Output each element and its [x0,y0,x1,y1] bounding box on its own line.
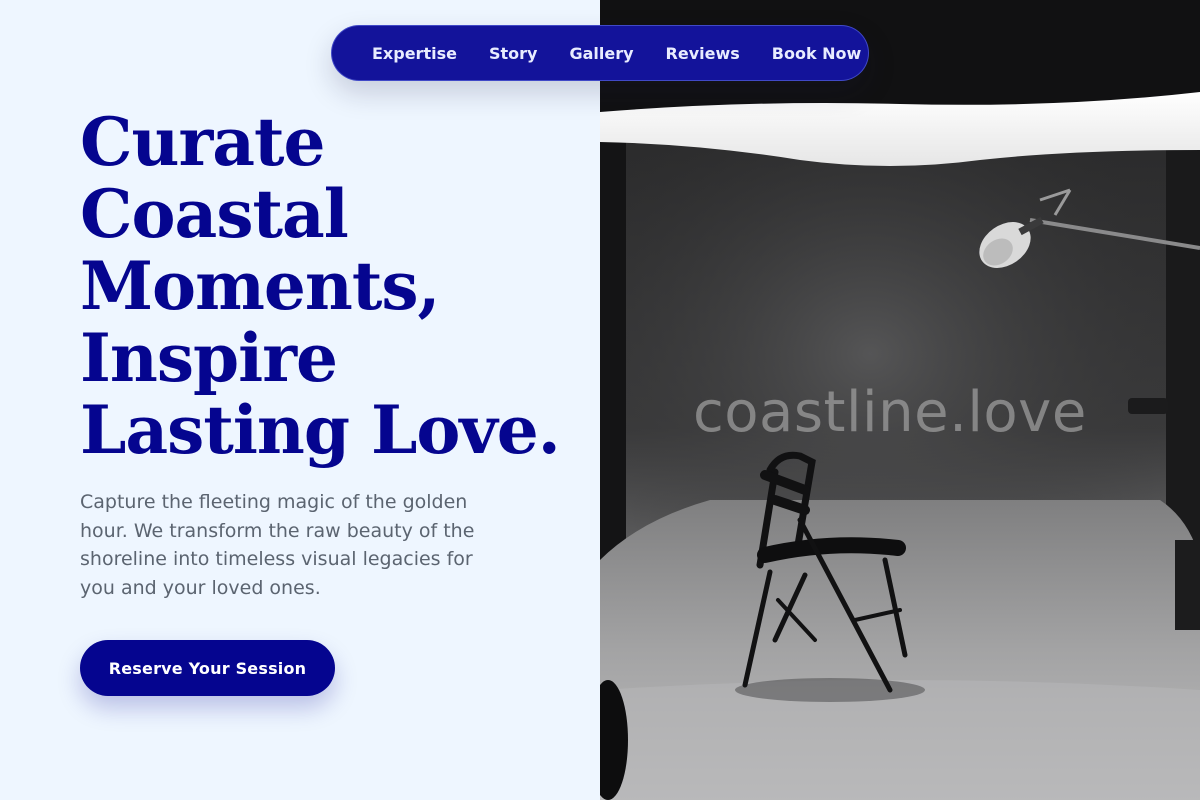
hero-title-line: Moments, [80,247,441,325]
nav-item-gallery[interactable]: Gallery [569,44,633,63]
top-navigation: Expertise Story Gallery Reviews Book Now [331,25,869,81]
hero-title-line: Curate [80,103,326,181]
reserve-session-button[interactable]: Reserve Your Session [80,640,335,696]
hero-text-panel: Curate Coastal Moments, Inspire Lasting … [0,0,600,800]
nav-item-book-now[interactable]: Book Now [772,44,862,63]
hero-title-line: Coastal [80,175,349,253]
hero-title-line: Inspire [80,319,338,397]
hero-description: Capture the fleeting magic of the golden… [80,491,475,599]
hero-title: Curate Coastal Moments, Inspire Lasting … [80,106,580,466]
nav-item-story[interactable]: Story [489,44,537,63]
watermark: coastline.love [693,380,1087,445]
nav-item-reviews[interactable]: Reviews [666,44,740,63]
hero-title-line: Lasting Love. [80,391,561,469]
nav-item-expertise[interactable]: Expertise [372,44,457,63]
